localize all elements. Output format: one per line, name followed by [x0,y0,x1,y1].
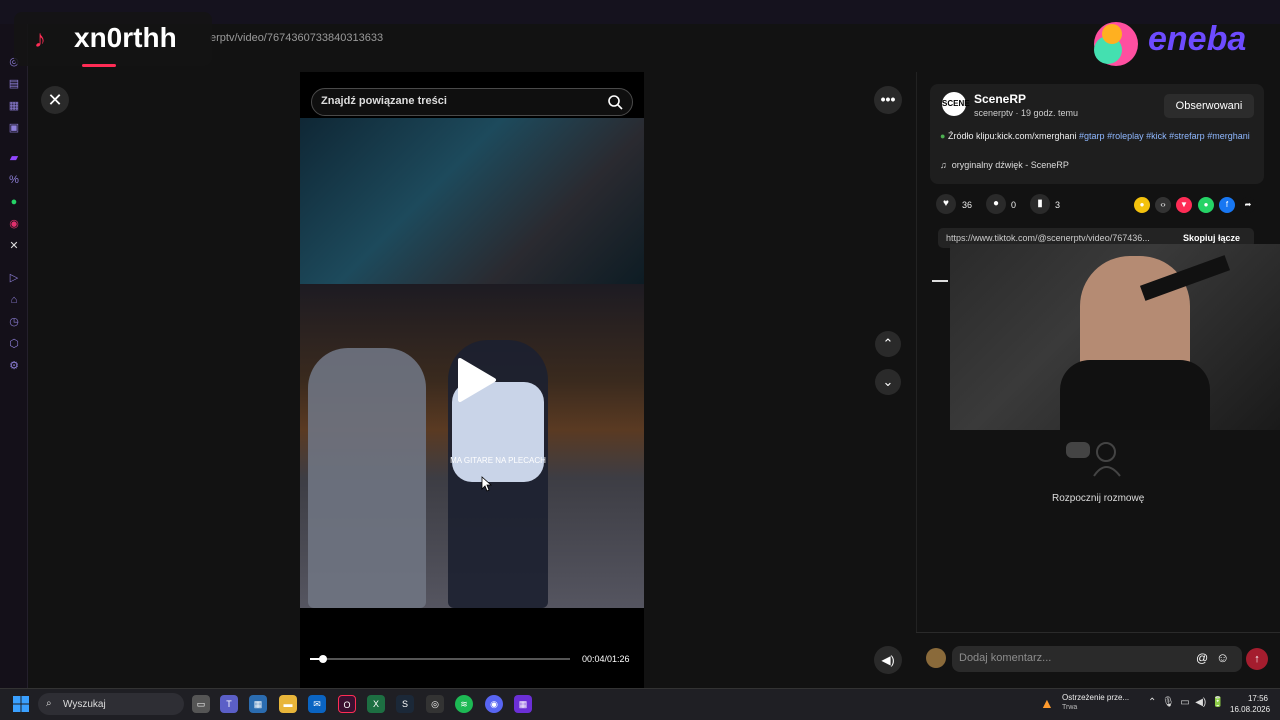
video-link[interactable]: https://www.tiktok.com/@scenerptv/video/… [946,233,1150,243]
author-avatar[interactable]: SCENE [942,92,970,116]
video-streamer-cam [300,118,644,284]
game-character-left [308,348,426,608]
steam-icon[interactable]: S [396,695,414,713]
eneba-wordmark: eneba [1148,20,1247,58]
copy-link-button[interactable]: Skopiuj łącze [1183,233,1240,243]
chat-illustration-icon [1066,442,1121,477]
taskbar-search-label: Wyszukaj [63,699,106,710]
source-dot-icon: ● [940,131,946,141]
comment-count: 0 [1011,200,1017,210]
whatsapp-share-icon[interactable]: ● [1198,197,1214,213]
like-count: 36 [962,200,973,210]
teams-icon[interactable]: T [220,695,238,713]
play-icon[interactable] [454,356,498,404]
taskbar-search-icon: ⌕ [46,698,52,709]
x-icon[interactable]: ✕ [6,238,22,254]
progress-track[interactable] [310,658,570,660]
video-subtitle: MA GITARE NA PLECACH [450,456,546,465]
store-icon[interactable]: ▦ [249,695,267,713]
related-search-placeholder: Znajdź powiązane treści [321,95,447,107]
clock-date: 16.08.2026 [1230,705,1271,714]
mention-icon[interactable]: @ [1196,651,1208,665]
volume-button[interactable]: ◀) [874,646,902,674]
music-note-icon: ♫ [940,160,947,170]
tiktok-username: xn0rthh [74,22,177,53]
comment-placeholder: Dodaj komentarz... [959,652,1052,664]
description-text: Źródło klipu:kick.com/xmerghani [947,131,1077,141]
excel-icon[interactable]: X [367,695,385,713]
coin-share-icon[interactable]: ● [1134,197,1150,213]
hashtag[interactable]: #gtarp [1079,131,1105,141]
warning-subtitle: Trwa [1062,704,1078,711]
system-clock[interactable]: 17:56 16.08.2026 [1230,693,1271,715]
more-options-button[interactable]: ••• [874,86,902,114]
clock-time: 17:56 [1247,694,1268,703]
warning-icon[interactable]: ▲ [1040,695,1054,711]
like-icon[interactable]: ♥ [936,194,956,214]
follow-button[interactable]: Obserwowani [1164,94,1254,118]
next-video-button[interactable]: ⌄ [875,369,901,395]
discord-icon[interactable]: ◉ [485,695,503,713]
sidebar-icon-2[interactable]: ▤ [6,76,22,92]
history-icon[interactable]: ◷ [6,314,22,330]
save-count: 3 [1055,200,1061,210]
sidebar-icon-7[interactable]: ⌂ [6,292,22,308]
user-avatar[interactable] [926,648,946,668]
grid-app-icon[interactable]: ▦ [514,695,532,713]
facebook-share-icon[interactable]: f [1219,197,1235,213]
windows-start-icon[interactable] [13,696,29,712]
whatsapp-icon[interactable]: ● [6,194,22,210]
mail-icon[interactable]: ✉ [308,695,326,713]
mouse-cursor-icon [481,476,492,492]
comment-icon[interactable]: ● [986,194,1006,214]
panel-divider [932,280,948,282]
hashtag[interactable]: #kick [1146,131,1167,141]
opera-gx-icon[interactable]: O [338,695,356,713]
sidebar-icon-8[interactable]: ⬡ [6,336,22,352]
emoji-icon[interactable]: ☺ [1216,650,1229,665]
video-time: 00:04/01:26 [582,654,630,664]
sidebar-icon-6[interactable]: ▷ [6,270,22,286]
url-text[interactable]: erptv/video/7674360733840313633 [210,32,383,44]
post-description: ● Źródło klipu:kick.com/xmerghani #gtarp… [940,130,1252,142]
start-conversation-label: Rozpocznij rozmowę [1052,493,1145,504]
progress-knob[interactable] [319,655,327,663]
browser-sidebar: ◎ ▤ ▦ ▣ ▰ % ● ◉ ✕ ▷ ⌂ ◷ ⬡ ⚙ [0,24,28,688]
previous-video-button[interactable]: ⌃ [875,331,901,357]
share-arrow-icon[interactable]: ➦ [1240,197,1256,213]
sound-info[interactable]: ♫ oryginalny dźwięk - SceneRP [940,160,1069,170]
app-icon[interactable]: ◎ [426,695,444,713]
instagram-icon[interactable]: ◉ [6,216,22,232]
tiktok-icon: ♪ [34,26,46,53]
settings-icon[interactable]: ⚙ [6,358,22,374]
twitch-icon[interactable]: ▰ [6,150,22,166]
spotify-icon[interactable]: ≋ [455,695,473,713]
close-button[interactable]: ✕ [41,86,69,114]
embed-icon[interactable]: ‹› [1155,197,1171,213]
taskbar-search[interactable] [38,693,184,715]
tiktok-underline [82,64,116,67]
sidebar-icon-5[interactable]: % [6,172,22,188]
search-icon[interactable] [607,94,623,110]
author-name[interactable]: SceneRP [974,92,1026,106]
bookmark-icon[interactable]: ▮ [1030,194,1050,214]
author-handle: scenerptv · 19 godz. temu [974,108,1079,118]
hashtag[interactable]: #roleplay [1107,131,1144,141]
send-to-friend-icon[interactable]: ▼ [1176,197,1192,213]
sidebar-icon-4[interactable]: ▣ [6,120,22,136]
hashtag[interactable]: #strefarp [1169,131,1205,141]
task-view-icon[interactable]: ▭ [192,695,210,713]
streamer-shirt [1060,360,1210,430]
send-comment-button[interactable]: ↑ [1246,648,1268,670]
sidebar-icon-3[interactable]: ▦ [6,98,22,114]
system-tray[interactable]: ⌃ 🎙 ▭ ◀) 🔋 [1148,697,1224,708]
warning-title[interactable]: Ostrzeżenie prze... [1062,693,1129,702]
sound-name[interactable]: oryginalny dźwięk - SceneRP [952,160,1069,170]
hashtag[interactable]: #merghani [1207,131,1250,141]
file-explorer-icon[interactable]: ▬ [279,695,297,713]
